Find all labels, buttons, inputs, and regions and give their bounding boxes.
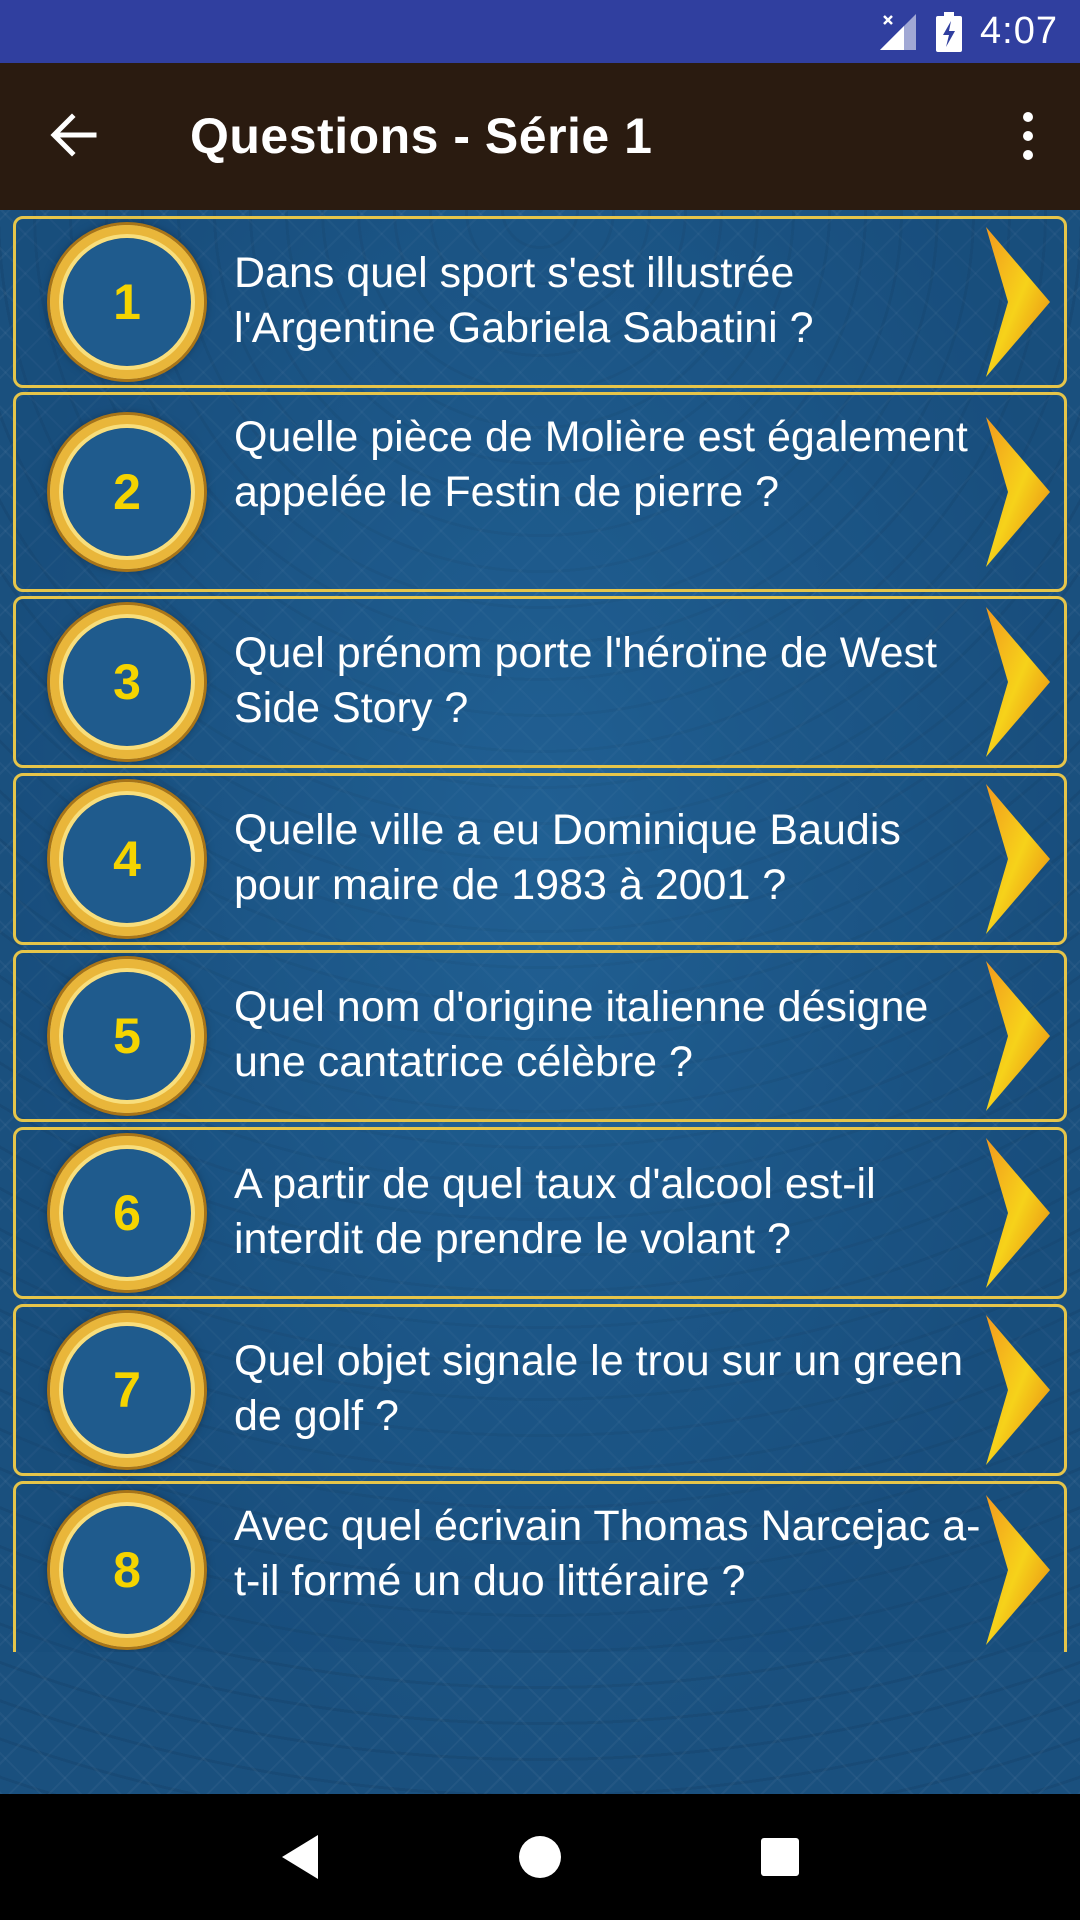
question-text: Avec quel écrivain Thomas Narcejac a-t-i… [234,1502,981,1605]
question-item-7[interactable]: 7 Quel objet signale le trou sur un gree… [13,1304,1067,1476]
question-item-5[interactable]: 5 Quel nom d'origine italienne désigne u… [13,950,1067,1122]
number-badge: 5 [50,959,204,1113]
arrow-back-icon[interactable] [44,105,104,165]
page-title: Questions - Série 1 [190,108,653,164]
question-number: 5 [113,1008,141,1064]
question-number: 7 [113,1362,141,1418]
more-vert-icon[interactable] [1016,111,1040,161]
chevron-right-icon [986,417,1050,567]
chevron-right-icon [986,961,1050,1111]
question-text: Quelle pièce de Molière est également ap… [234,413,968,516]
question-number: 6 [113,1185,141,1241]
question-text: Quel nom d'origine italienne désigne une… [234,983,929,1086]
chevron-right-icon [986,607,1050,757]
question-item-8[interactable]: 8 Avec quel écrivain Thomas Narcejac a-t… [13,1481,1067,1652]
question-text: Quel prénom porte l'héroïne de West Side… [234,629,937,732]
number-badge: 7 [50,1313,204,1467]
number-badge: 3 [50,605,204,759]
navigation-bar [0,1794,1080,1920]
signal-no-data-icon [878,12,918,52]
number-badge: 4 [50,782,204,936]
number-badge: 1 [50,225,204,379]
app-bar: Questions - Série 1 [0,63,1080,210]
chevron-right-icon [986,1138,1050,1288]
question-item-2[interactable]: 2 Quelle pièce de Molière est également … [13,392,1067,592]
status-bar: 4:07 [0,0,1080,63]
number-badge: 6 [50,1136,204,1290]
chevron-right-icon [986,1495,1050,1645]
recents-square-icon[interactable] [750,1827,810,1887]
question-text: A partir de quel taux d'alcool est-il in… [234,1160,876,1263]
question-number: 1 [113,274,141,330]
question-number: 3 [113,654,141,710]
question-text: Quel objet signale le trou sur un green … [234,1337,964,1440]
question-item-1[interactable]: 1 Dans quel sport s'est illustrée l'Arge… [13,216,1067,388]
question-number: 8 [113,1542,141,1598]
chevron-right-icon [986,1315,1050,1465]
content-area: 1 Dans quel sport s'est illustrée l'Arge… [0,210,1080,1794]
clock: 4:07 [980,10,1058,52]
question-item-4[interactable]: 4 Quelle ville a eu Dominique Baudis pou… [13,773,1067,945]
question-text: Dans quel sport s'est illustrée l'Argent… [234,249,814,352]
question-number: 2 [113,464,141,520]
number-badge: 8 [50,1493,204,1647]
chevron-right-icon [986,784,1050,934]
question-item-3[interactable]: 3 Quel prénom porte l'héroïne de West Si… [13,596,1067,768]
number-badge: 2 [50,415,204,569]
battery-charging-icon [936,11,963,52]
question-number: 4 [113,831,141,887]
back-triangle-icon[interactable] [270,1827,330,1887]
home-circle-icon[interactable] [510,1827,570,1887]
question-text: Quelle ville a eu Dominique Baudis pour … [234,806,901,909]
question-item-6[interactable]: 6 A partir de quel taux d'alcool est-il … [13,1127,1067,1299]
question-list[interactable]: 1 Dans quel sport s'est illustrée l'Arge… [13,216,1067,1652]
chevron-right-icon [986,227,1050,377]
